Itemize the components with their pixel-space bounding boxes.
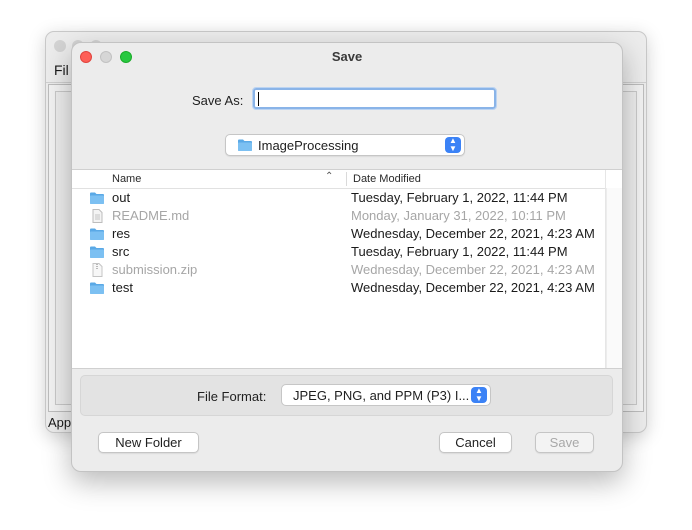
file-format-popup[interactable]: JPEG, PNG, and PPM (P3) I... ▲ ▼: [281, 384, 491, 406]
file-name: out: [112, 190, 131, 205]
file-name: res: [112, 226, 131, 241]
file-format-value: JPEG, PNG, and PPM (P3) I...: [293, 388, 470, 403]
file-row: README.md Monday, January 31, 2022, 10:1…: [72, 207, 606, 225]
file-browser[interactable]: Name ⌃ Date Modified out Tuesday, Februa…: [72, 169, 622, 369]
file-name: src: [112, 244, 130, 259]
vertical-scrollbar[interactable]: [606, 188, 622, 368]
file-row[interactable]: out Tuesday, February 1, 2022, 11:44 PM: [72, 189, 606, 207]
file-name: README.md: [112, 208, 190, 223]
text-caret: [258, 92, 259, 106]
location-popup[interactable]: ImageProcessing ▲ ▼: [225, 134, 465, 156]
folder-icon: [237, 138, 253, 157]
file-date: Wednesday, December 22, 2021, 4:23 AM: [351, 262, 595, 277]
folder-icon: [89, 281, 105, 298]
dialog-title: Save: [331, 49, 363, 64]
file-row[interactable]: src Tuesday, February 1, 2022, 11:44 PM: [72, 243, 606, 261]
file-format-label: File Format:: [197, 389, 267, 404]
popup-stepper-icon: ▲ ▼: [445, 137, 461, 153]
file-date: Tuesday, February 1, 2022, 11:44 PM: [351, 244, 568, 259]
dialog-titlebar: Save: [72, 43, 622, 71]
column-header: Name ⌃ Date Modified: [72, 170, 622, 368]
column-name-header[interactable]: Name: [112, 173, 141, 185]
bg-menu-file[interactable]: Fil: [54, 62, 69, 78]
popup-stepper-icon: ▲ ▼: [471, 387, 487, 403]
folder-icon: [89, 227, 105, 244]
zip-icon: [89, 263, 105, 280]
file-date: Tuesday, February 1, 2022, 11:44 PM: [351, 190, 568, 205]
file-name: test: [112, 280, 133, 295]
save-button[interactable]: Save: [535, 432, 594, 453]
file-date: Wednesday, December 22, 2021, 4:23 AM: [351, 280, 595, 295]
bg-close-button[interactable]: [54, 40, 66, 52]
file-row: submission.zip Wednesday, December 22, 2…: [72, 261, 606, 279]
save-dialog: Save Save As: ImageProcessing ▲ ▼ Name ⌃ …: [71, 42, 623, 472]
cancel-button[interactable]: Cancel: [439, 432, 512, 453]
document-icon: [89, 209, 105, 226]
file-row[interactable]: res Wednesday, December 22, 2021, 4:23 A…: [72, 225, 606, 243]
folder-icon: [89, 245, 105, 262]
save-as-input[interactable]: [252, 87, 497, 110]
file-row[interactable]: test Wednesday, December 22, 2021, 4:23 …: [72, 279, 606, 297]
file-name: submission.zip: [112, 262, 198, 277]
sort-ascending-icon: ⌃: [325, 171, 334, 182]
folder-icon: [89, 191, 105, 208]
background-status-text: App: [48, 415, 72, 430]
file-date: Monday, January 31, 2022, 10:11 PM: [351, 208, 566, 223]
location-label: ImageProcessing: [258, 138, 359, 153]
column-divider[interactable]: [346, 172, 347, 186]
file-date: Wednesday, December 22, 2021, 4:23 AM: [351, 226, 595, 241]
column-date-header[interactable]: Date Modified: [353, 173, 421, 185]
new-folder-button[interactable]: New Folder: [98, 432, 199, 453]
file-format-panel: File Format: JPEG, PNG, and PPM (P3) I..…: [80, 375, 613, 416]
save-as-label: Save As:: [192, 93, 244, 108]
